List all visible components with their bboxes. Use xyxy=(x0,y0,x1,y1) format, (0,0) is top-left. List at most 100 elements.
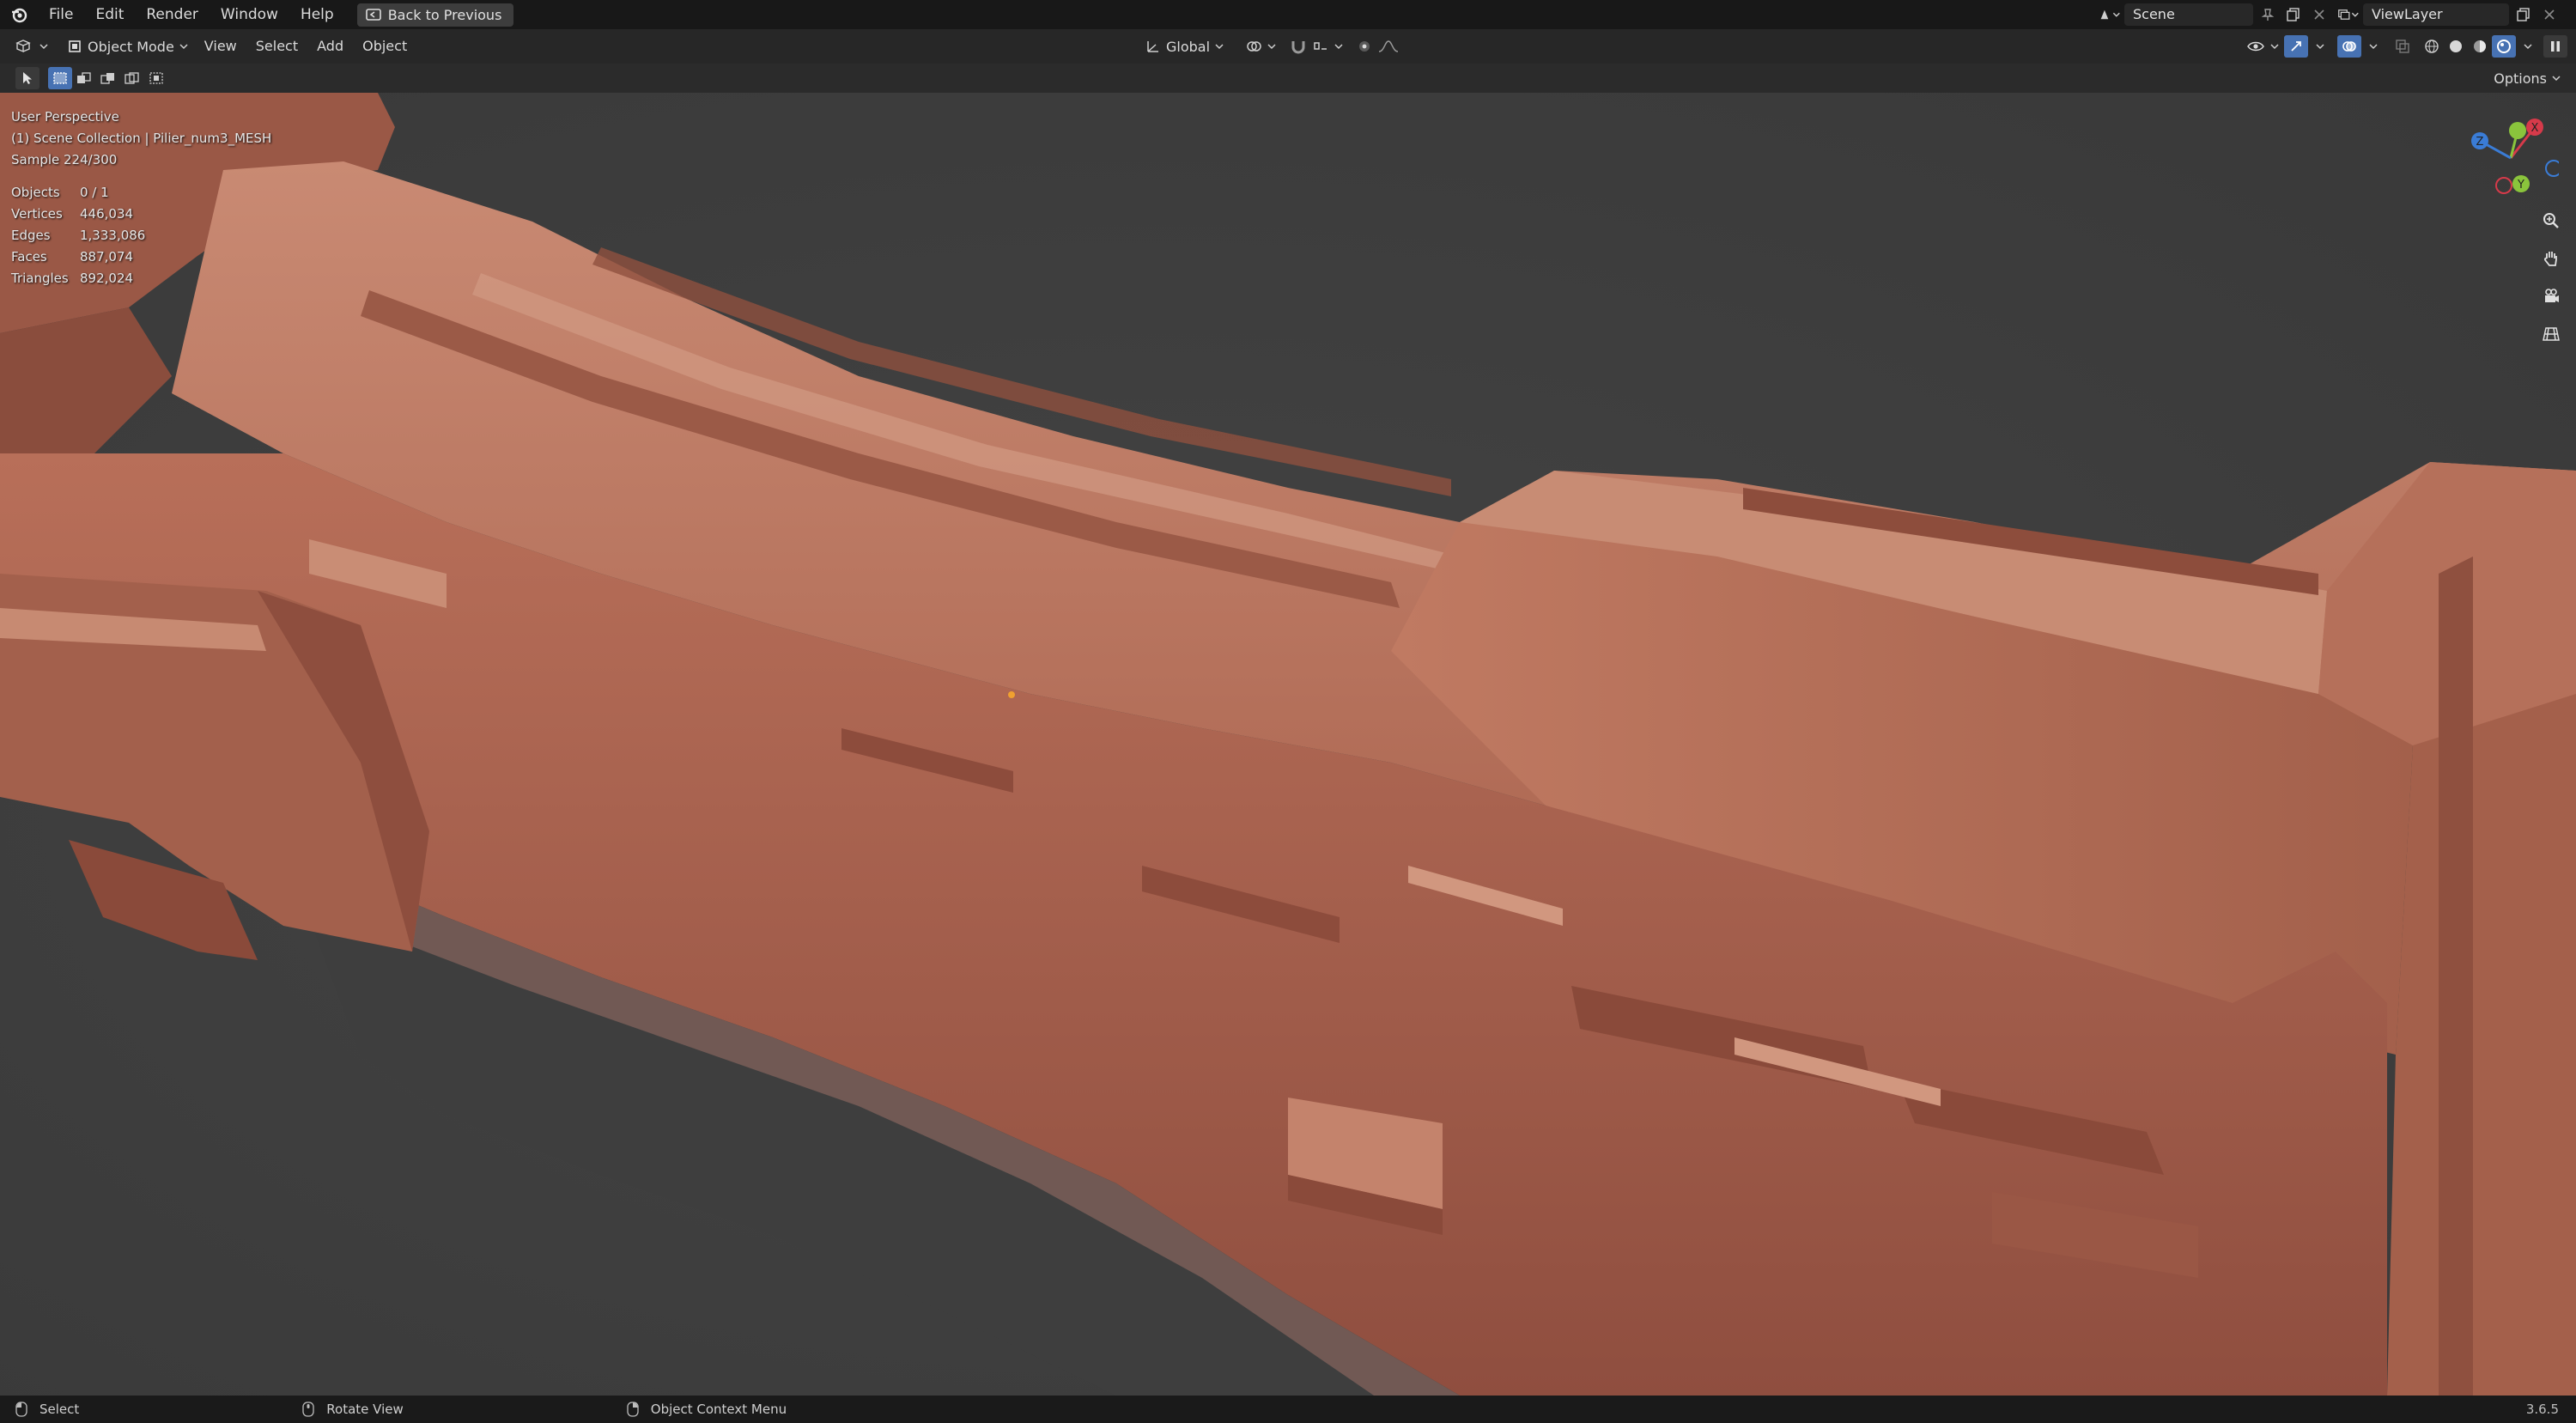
viewlayer-name-field[interactable]: ViewLayer xyxy=(2363,3,2509,26)
chevron-down-icon xyxy=(39,44,48,50)
solid-sphere-icon xyxy=(2450,40,2462,52)
delete-viewlayer-icon[interactable] xyxy=(2538,3,2561,26)
overlays-dropdown[interactable] xyxy=(2361,35,2385,58)
navigation-gizmo[interactable]: X Z Y xyxy=(2463,115,2559,201)
menu-view[interactable]: View xyxy=(195,33,246,59)
camera-view-icon[interactable] xyxy=(2535,280,2567,313)
tool-settings-row: Options xyxy=(0,64,2576,93)
shading-dropdown[interactable] xyxy=(2516,35,2540,58)
xray-toggle[interactable] xyxy=(2391,35,2415,58)
chevron-down-icon xyxy=(2552,76,2561,82)
axis-z-label: Z xyxy=(2476,136,2484,149)
snap-dropdown[interactable] xyxy=(1283,33,1350,59)
solid-shading-button[interactable] xyxy=(2444,35,2468,58)
visibility-dropdown[interactable] xyxy=(2239,33,2286,59)
shading-mode-group xyxy=(2420,33,2540,59)
pin-icon[interactable] xyxy=(2257,3,2279,26)
blender-logo-icon[interactable] xyxy=(0,0,38,29)
falloff-curve-icon xyxy=(1378,40,1399,52)
scene-name-field[interactable]: Scene xyxy=(2124,3,2253,26)
mouse-left-icon xyxy=(15,1402,27,1417)
delete-scene-icon[interactable] xyxy=(2308,3,2330,26)
chevron-down-icon xyxy=(2524,44,2532,50)
status-rotate: Rotate View xyxy=(302,1402,404,1417)
proportional-edit-dropdown[interactable] xyxy=(1350,33,1406,59)
sample-label: Sample 224/300 xyxy=(11,152,118,167)
pivot-icon xyxy=(1247,41,1261,52)
chevron-down-icon xyxy=(2316,44,2324,50)
status-bar: Select Rotate View Object Context Menu 3… xyxy=(0,1396,2576,1423)
perspective-grid-icon[interactable] xyxy=(2535,318,2567,350)
selection-mode-group xyxy=(48,65,168,91)
select-intersect-button[interactable] xyxy=(144,67,168,89)
wireframe-sphere-icon xyxy=(2425,40,2439,53)
stat-row: Triangles 892,024 xyxy=(11,271,134,286)
transform-orientation-dropdown[interactable]: Global xyxy=(1139,33,1230,59)
back-to-previous-label: Back to Previous xyxy=(387,6,502,23)
new-scene-icon[interactable] xyxy=(2282,3,2305,26)
chevron-down-icon xyxy=(2369,44,2378,50)
viewlayer-browse-icon[interactable] xyxy=(2337,3,2360,26)
gizmo-toggle-group xyxy=(2284,33,2332,59)
3d-viewport[interactable]: User Perspective (1) Scene Collection | … xyxy=(0,93,2576,1396)
rendered-shading-button[interactable] xyxy=(2492,35,2516,58)
perspective-label: User Perspective xyxy=(11,109,119,125)
viewport-info-overlay: User Perspective (1) Scene Collection | … xyxy=(11,106,271,171)
back-to-previous-button[interactable]: Back to Previous xyxy=(356,3,514,27)
axis-x-label: X xyxy=(2531,122,2539,135)
editor-type-dropdown[interactable] xyxy=(9,33,55,59)
wireframe-shading-button[interactable] xyxy=(2420,35,2444,58)
scene-browse-icon[interactable] xyxy=(2099,3,2121,26)
pan-hand-icon[interactable] xyxy=(2535,242,2567,275)
menu-file[interactable]: File xyxy=(38,0,84,29)
gizmo-dropdown[interactable] xyxy=(2308,35,2332,58)
mode-dropdown[interactable]: Object Mode xyxy=(60,33,195,59)
navigation-tools xyxy=(2535,204,2567,350)
material-sphere-icon xyxy=(2474,40,2486,52)
select-subtract-icon xyxy=(100,73,114,84)
new-viewlayer-icon[interactable] xyxy=(2512,3,2535,26)
status-rotate-label: Rotate View xyxy=(326,1402,404,1417)
select-new-icon xyxy=(53,72,67,84)
menu-help[interactable]: Help xyxy=(289,0,345,29)
menu-render[interactable]: Render xyxy=(135,0,210,29)
show-overlays-toggle[interactable] xyxy=(2337,35,2361,58)
axis-x-neg-handle xyxy=(2495,177,2512,194)
options-dropdown[interactable]: Options xyxy=(2494,67,2561,89)
pause-render-button[interactable] xyxy=(2543,35,2567,58)
stat-row: Objects 0 / 1 xyxy=(11,185,109,200)
mouse-right-icon xyxy=(627,1402,639,1417)
select-new-button[interactable] xyxy=(48,67,72,89)
rendered-sphere-icon xyxy=(2497,40,2511,53)
chevron-down-icon xyxy=(179,44,188,50)
viewlayer-selector: ViewLayer xyxy=(2337,3,2561,27)
show-gizmo-toggle[interactable] xyxy=(2284,35,2308,58)
select-tool-button[interactable] xyxy=(15,67,39,89)
snap-target-icon xyxy=(1314,42,1327,50)
select-extend-icon xyxy=(77,72,91,83)
orientation-axes-icon xyxy=(1147,41,1158,52)
select-extend-button[interactable] xyxy=(72,67,96,89)
material-preview-button[interactable] xyxy=(2468,35,2492,58)
stat-row: Vertices 446,034 xyxy=(11,206,134,222)
status-select: Select xyxy=(15,1402,79,1417)
status-context-label: Object Context Menu xyxy=(650,1402,787,1417)
menu-window[interactable]: Window xyxy=(210,0,289,29)
chevron-down-icon xyxy=(1267,44,1276,50)
proportional-edit-icon xyxy=(1359,41,1370,52)
pivot-point-dropdown[interactable] xyxy=(1238,33,1283,59)
menu-object[interactable]: Object xyxy=(353,33,416,59)
menu-add[interactable]: Add xyxy=(307,33,353,59)
scene-statistics: Objects 0 / 1 Vertices 446,034 Edges 1,333,… xyxy=(11,182,145,289)
menu-select[interactable]: Select xyxy=(246,33,307,59)
eye-icon xyxy=(2247,41,2264,52)
menu-edit[interactable]: Edit xyxy=(84,0,135,29)
mesh-render xyxy=(0,93,2576,1396)
top-menubar: File Edit Render Window Help Back to Pre… xyxy=(0,0,2576,29)
mouse-middle-icon xyxy=(302,1402,314,1417)
select-invert-button[interactable] xyxy=(120,67,144,89)
stat-row: Edges 1,333,086 xyxy=(11,228,146,243)
select-subtract-button[interactable] xyxy=(96,67,120,89)
zoom-icon[interactable] xyxy=(2535,204,2567,237)
editor-type-icon xyxy=(15,40,31,53)
